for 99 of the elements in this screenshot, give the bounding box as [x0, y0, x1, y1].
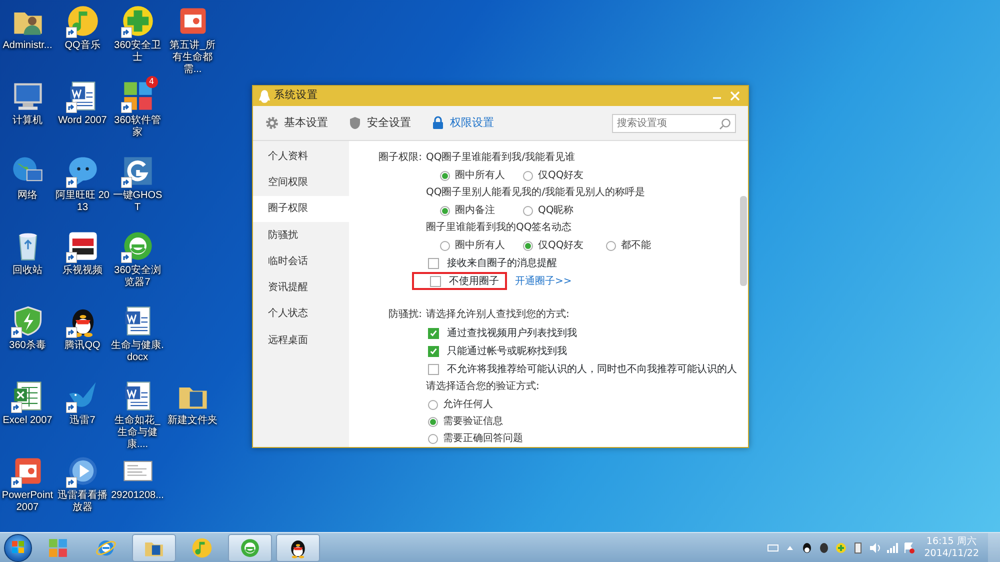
windows-logo-icon [11, 540, 25, 554]
desktop-icon-label[interactable]: 阿里旺旺 2013 [55, 190, 110, 214]
question-text: 请选择适合您的验证方式: [426, 380, 540, 394]
plus-icon [120, 4, 154, 38]
checkbox[interactable] [428, 328, 439, 338]
device-icon[interactable] [852, 542, 864, 554]
radio-button[interactable] [523, 206, 533, 216]
desktop-icon-label[interactable]: 网络 [0, 190, 55, 202]
question-text: 圈子里谁能看到我的QQ签名动态 [426, 220, 573, 235]
shield-icon [348, 116, 362, 130]
checkbox[interactable] [428, 346, 439, 356]
radio-button[interactable] [440, 170, 450, 180]
desktop-icon-label[interactable]: 360软件管家 [110, 115, 165, 139]
checkbox-label: 不允许将我推荐给可能认识的人，同时也不向我推荐可能认识的人 [447, 362, 737, 376]
close-button[interactable] [728, 89, 742, 103]
checkbox-label: 接收来自圈子的消息提醒 [447, 256, 557, 270]
sidebar-item[interactable]: 圈子权限 [253, 196, 349, 222]
desktop-icon-label[interactable]: QQ音乐 [55, 40, 110, 52]
question-text: QQ圈子里谁能看到我/我能看见谁 [426, 150, 576, 165]
desktop-icon-label[interactable]: 计算机 [0, 115, 55, 127]
lock-icon [431, 116, 445, 130]
radio-button[interactable] [428, 434, 438, 444]
search-field[interactable]: 搜索设置项 [612, 114, 736, 132]
desktop-icon-label[interactable]: Word 2007 [55, 115, 110, 127]
desktop-icon-label[interactable]: 360杀毒 [0, 340, 55, 352]
desktop-icon-label[interactable]: 29201208... [110, 490, 165, 502]
radio-button[interactable] [523, 240, 533, 250]
settings-tab[interactable]: 基本设置 [265, 114, 328, 132]
desktop-icon-label[interactable]: PowerPoint 2007 [0, 490, 55, 514]
clock-date: 2014/11/22 [924, 548, 979, 560]
desktop-icon-label[interactable]: 回收站 [0, 265, 55, 277]
radio-label: 都不能 [621, 238, 651, 253]
radio-label: 仅QQ好友 [538, 239, 584, 253]
desktop-icon-label[interactable]: 第五讲_所有生命都需... [165, 40, 220, 76]
question-text: 请选择允许别人查找到您的方式: [426, 308, 570, 322]
radio-button[interactable] [440, 206, 450, 216]
radio-button[interactable] [523, 170, 533, 180]
desktop-icon-label[interactable]: 360安全卫士 [110, 40, 165, 64]
search-icon [719, 118, 731, 130]
desktop-icon-label[interactable]: 迅雷看看播放器 [55, 490, 110, 514]
flag-icon[interactable] [903, 542, 916, 554]
radio-label: 需要验证信息 [443, 414, 503, 429]
desktop-icon-label[interactable]: 新建文件夹 [165, 415, 220, 427]
desktop-icon-label[interactable]: 360安全浏览器7 [110, 265, 165, 289]
section-label: 防骚扰: [388, 308, 423, 322]
close-icon [730, 91, 740, 101]
checkbox-label: 不使用圈子 [449, 274, 499, 288]
radio-button[interactable] [428, 416, 438, 426]
desktop-icon-label[interactable]: 迅雷7 [55, 415, 110, 427]
radio-button[interactable] [606, 240, 616, 250]
notification-badge: 4 [146, 76, 158, 88]
music-disc-icon [66, 4, 100, 38]
plus-icon[interactable] [835, 542, 848, 554]
desktop-icon-label[interactable]: Administr... [0, 40, 55, 52]
checkbox[interactable] [430, 276, 441, 286]
sidebar-item[interactable]: 资讯提醒 [253, 274, 349, 301]
checkbox-label: 通过查找视频用户列表找到我 [447, 326, 577, 340]
sidebar-item[interactable]: 空间权限 [253, 169, 349, 196]
radio-label: 允许任何人 [443, 398, 493, 412]
radio-label: 圈中所有人 [455, 168, 505, 183]
start-button[interactable] [4, 534, 32, 562]
taskbar-button[interactable] [276, 534, 320, 562]
checkbox[interactable] [428, 258, 439, 268]
sidebar-item[interactable]: 个人状态 [253, 300, 349, 328]
show-desktop-button[interactable] [988, 533, 1000, 562]
radio-label: 圈内备注 [455, 204, 495, 218]
window-title: 系统设置 [274, 88, 318, 104]
speaker-icon[interactable] [869, 542, 882, 554]
settings-icon [265, 116, 279, 130]
music-disc-icon [191, 536, 213, 558]
checkbox-label: 只能通过帐号或昵称找到我 [447, 344, 567, 358]
open-link[interactable]: 开通圈子>> [515, 274, 572, 288]
keyboard-icon[interactable] [767, 542, 780, 554]
radio-label: 圈中所有人 [455, 238, 505, 253]
desktop-icon-label[interactable]: 一键GHOST [110, 190, 165, 214]
desktop-icon-label[interactable]: 腾讯QQ [55, 340, 110, 352]
settings-tab[interactable]: 安全设置 [348, 114, 411, 132]
sidebar-item[interactable]: 防骚扰 [253, 222, 349, 248]
section-label: 圈子权限: [378, 150, 423, 165]
signal-bars-icon[interactable] [886, 542, 898, 554]
scrollbar-thumb[interactable] [740, 196, 747, 286]
app-tiles-icon [47, 536, 69, 558]
desktop-icon-label[interactable]: Excel 2007 [0, 415, 55, 427]
desktop-icon-label[interactable]: 生命与健康.docx [110, 340, 165, 364]
browser-e-icon [239, 536, 261, 558]
sidebar-item[interactable]: 远程桌面 [253, 327, 349, 354]
radio-button[interactable] [428, 400, 438, 410]
radio-label: 仅QQ好友 [538, 169, 584, 183]
checkbox[interactable] [428, 364, 439, 374]
radio-button[interactable] [440, 240, 450, 250]
sidebar-item[interactable]: 个人资料 [253, 143, 349, 170]
sidebar-item[interactable]: 临时会话 [253, 248, 349, 274]
desktop-icon-label[interactable]: 生命如花_生命与健康.... [110, 415, 165, 451]
radio-label: QQ昵称 [538, 204, 574, 218]
desktop-icon-label[interactable]: 乐视视频 [55, 265, 110, 277]
question-text: QQ圈子里别人能看见我的/我能看见别人的称呼是 [426, 186, 646, 200]
clock-time: 16:15 周六 [926, 536, 977, 548]
settings-tab[interactable]: 权限设置 [431, 114, 494, 132]
radio-label: 需要正确回答问题 [443, 432, 523, 446]
